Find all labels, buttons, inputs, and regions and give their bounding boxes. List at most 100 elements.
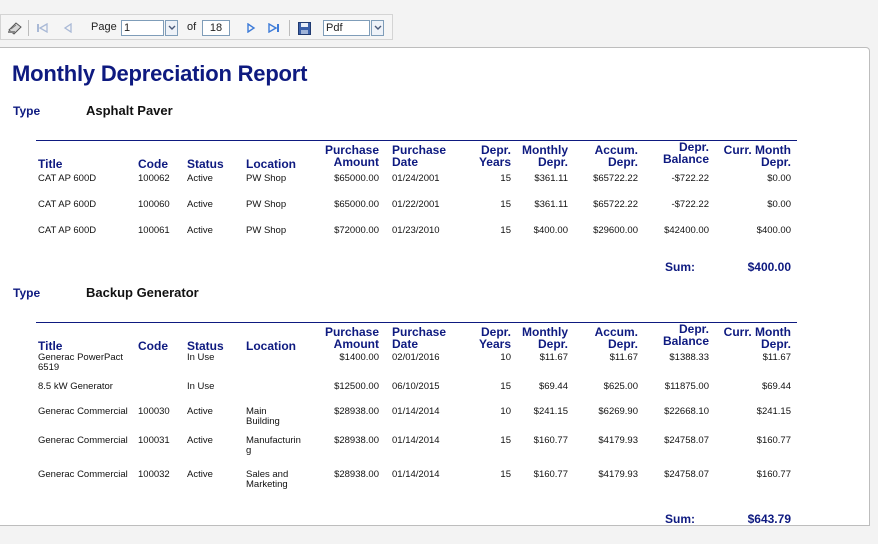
cell-date: 06/10/2015 bbox=[392, 381, 440, 392]
col-header-accum-depr: Accum. Depr. bbox=[580, 144, 638, 168]
cell-title-line: 6519 bbox=[38, 362, 60, 373]
cell-code: 100030 bbox=[138, 406, 170, 417]
cell-balance: -$722.22 bbox=[671, 173, 709, 184]
report-page: Monthly Depreciation Report Type Asphalt … bbox=[0, 47, 870, 526]
sum-label: Sum: bbox=[665, 512, 695, 526]
cell-balance: $42400.00 bbox=[664, 225, 709, 236]
col-header-monthly-depr: Monthly Depr. bbox=[515, 144, 568, 168]
cell-location-line: PW Shop bbox=[246, 225, 287, 236]
cell-monthly: $11.67 bbox=[539, 352, 568, 363]
save-icon[interactable] bbox=[296, 20, 312, 36]
col-header-purchase-amount: Purchase Amount bbox=[318, 326, 379, 350]
page-number-input[interactable]: 1 bbox=[121, 20, 164, 36]
cell-location-line: PW Shop bbox=[246, 173, 287, 184]
format-dropdown-button[interactable] bbox=[371, 20, 384, 36]
cell-title-line: Generac Commercial bbox=[38, 406, 128, 417]
cell-years: 15 bbox=[500, 225, 511, 236]
cell-amount: $65000.00 bbox=[334, 173, 379, 184]
col-header-depr-balance: Depr. Balance bbox=[650, 141, 709, 165]
cell-title: CAT AP 600D bbox=[38, 226, 136, 236]
cell-monthly: $160.77 bbox=[533, 435, 568, 446]
col-header-monthly-depr: Monthly Depr. bbox=[515, 326, 568, 350]
cell-curr: $400.00 bbox=[756, 225, 791, 236]
col-header-title: Title bbox=[38, 157, 63, 171]
page-dropdown-button[interactable] bbox=[165, 20, 178, 36]
col-header-depr-years-line: Years bbox=[478, 337, 511, 351]
col-header-purchase-amount: Purchase Amount bbox=[318, 144, 379, 168]
cell-title-line: Generac Commercial bbox=[38, 469, 128, 480]
cell-years: 15 bbox=[500, 469, 511, 480]
cell-curr: $0.00 bbox=[767, 173, 791, 184]
sum-label: Sum: bbox=[665, 260, 695, 274]
cell-monthly: $400.00 bbox=[533, 225, 568, 236]
first-page-icon[interactable] bbox=[35, 20, 49, 35]
col-header-location: Location bbox=[246, 339, 296, 353]
cell-code: 100062 bbox=[138, 173, 170, 184]
col-header-status: Status bbox=[187, 339, 224, 353]
col-header-title: Title bbox=[38, 339, 63, 353]
cell-title: Generac PowerPact 6519 bbox=[38, 353, 136, 373]
cell-status: Active bbox=[187, 199, 213, 210]
page-label: Page bbox=[91, 21, 117, 33]
col-header-purchase-amount-line: Amount bbox=[333, 155, 379, 169]
report-title: Monthly Depreciation Report bbox=[12, 61, 308, 86]
export-format-select[interactable]: Pdf bbox=[323, 20, 370, 36]
cell-location-line: g bbox=[246, 445, 252, 456]
cell-amount: $65000.00 bbox=[334, 199, 379, 210]
col-header-curr-month-depr-line: Depr. bbox=[760, 337, 791, 351]
cell-title-line: 8.5 kW Generator bbox=[38, 381, 113, 392]
cell-status: Active bbox=[187, 225, 213, 236]
cell-date: 01/24/2001 bbox=[392, 173, 440, 184]
col-header-depr-years: Depr. Years bbox=[470, 144, 511, 168]
col-header-depr-balance: Depr. Balance bbox=[650, 323, 709, 347]
cell-code: 100031 bbox=[138, 435, 170, 446]
next-page-icon[interactable] bbox=[244, 20, 258, 35]
last-page-icon[interactable] bbox=[267, 20, 281, 35]
cell-status: Active bbox=[187, 469, 213, 480]
cell-curr: $0.00 bbox=[767, 199, 791, 210]
cell-monthly: $361.11 bbox=[534, 173, 568, 184]
cell-amount: $1400.00 bbox=[339, 352, 379, 363]
print-icon[interactable] bbox=[6, 19, 24, 36]
col-header-accum-depr: Accum. Depr. bbox=[580, 326, 638, 350]
cell-balance: $24758.07 bbox=[664, 469, 709, 480]
group-type-label: Type bbox=[13, 286, 41, 300]
cell-location: Main Building bbox=[246, 407, 316, 427]
cell-amount: $12500.00 bbox=[334, 381, 379, 392]
cell-amount: $28938.00 bbox=[334, 406, 379, 417]
col-header-curr-month-depr-line: Depr. bbox=[760, 155, 791, 169]
cell-location-line: Building bbox=[246, 416, 280, 427]
cell-location: Manufacturin g bbox=[246, 436, 316, 456]
cell-accum: $65722.22 bbox=[593, 199, 638, 210]
sum-value: $400.00 bbox=[747, 260, 791, 274]
col-header-code: Code bbox=[138, 339, 168, 353]
cell-date: 02/01/2016 bbox=[392, 352, 440, 363]
cell-code: 100061 bbox=[138, 225, 170, 236]
cell-accum: $11.67 bbox=[609, 352, 638, 363]
cell-curr: $160.77 bbox=[756, 469, 791, 480]
cell-monthly: $361.11 bbox=[534, 199, 568, 210]
cell-location: Sales and Marketing bbox=[246, 470, 316, 490]
cell-balance: $11875.00 bbox=[664, 381, 709, 392]
cell-location-line: Manufacturin bbox=[246, 435, 301, 446]
col-header-accum-depr-line: Depr. bbox=[607, 155, 638, 169]
col-header-status: Status bbox=[187, 157, 224, 171]
cell-date: 01/14/2014 bbox=[392, 469, 440, 480]
group-type-value: Backup Generator bbox=[86, 285, 199, 300]
col-header-depr-years: Depr. Years bbox=[470, 326, 511, 350]
cell-date: 01/14/2014 bbox=[392, 435, 440, 446]
chevron-down-icon bbox=[168, 25, 175, 30]
cell-balance: $1388.33 bbox=[669, 352, 709, 363]
cell-status: Active bbox=[187, 173, 213, 184]
cell-monthly: $160.77 bbox=[533, 469, 568, 480]
cell-curr: $11.67 bbox=[762, 352, 791, 363]
cell-accum: $4179.93 bbox=[598, 469, 638, 480]
col-header-curr-month-depr: Curr. Month Depr. bbox=[720, 144, 791, 168]
cell-title-line: Generac Commercial bbox=[38, 435, 128, 446]
cell-title: Generac Commercial bbox=[38, 436, 136, 446]
col-header-purchase-date: Purchase Date bbox=[392, 144, 452, 168]
cell-location: PW Shop bbox=[246, 226, 316, 236]
prev-page-icon[interactable] bbox=[61, 20, 75, 35]
cell-code: 100060 bbox=[138, 199, 170, 210]
col-header-monthly-depr-line: Depr. bbox=[537, 155, 568, 169]
